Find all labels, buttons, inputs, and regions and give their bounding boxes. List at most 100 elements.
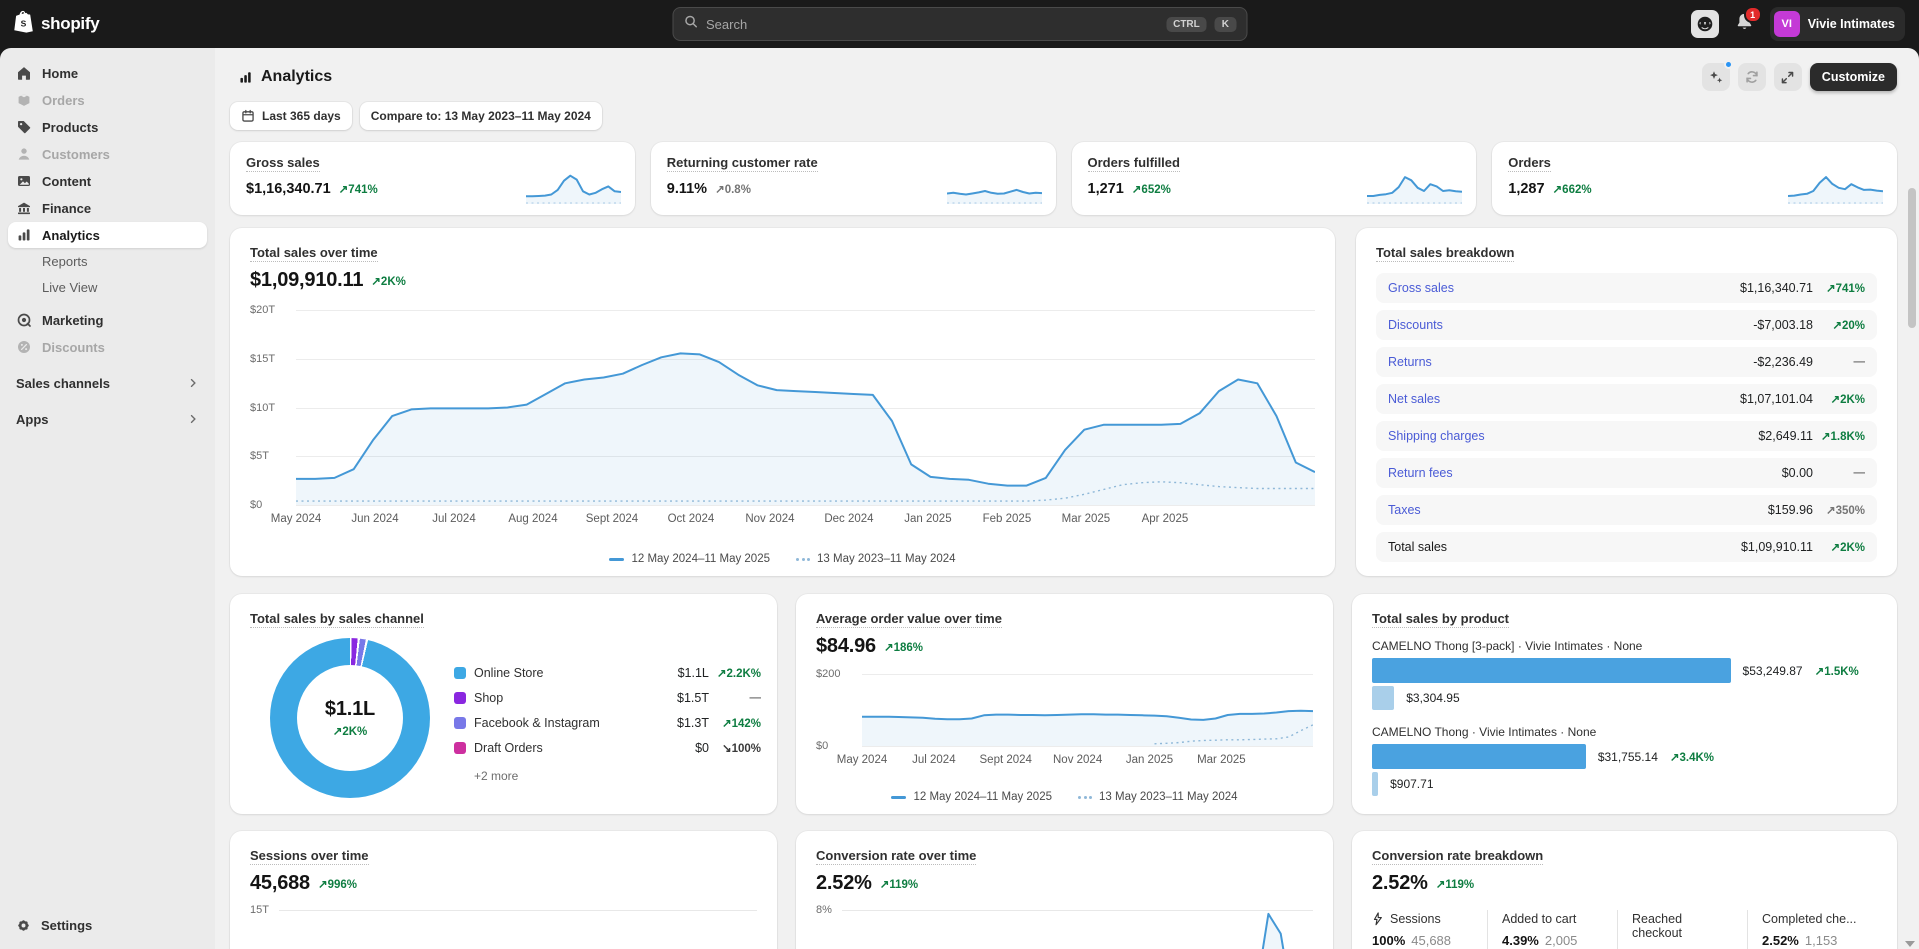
date-range-filter[interactable]: Last 365 days	[230, 102, 352, 130]
refresh-button[interactable]	[1737, 63, 1766, 91]
refresh-icon	[1746, 71, 1758, 83]
sidebar-section-sales-channels[interactable]: Sales channels	[8, 369, 207, 397]
aov-value: $84.96	[816, 635, 876, 657]
product-bar-compare[interactable]	[1372, 772, 1379, 796]
breakdown-row[interactable]: Gross sales $1,16,340.71 ↗741%	[1376, 273, 1877, 303]
product-label: CAMELNO Thong · Vivie Intimates · None	[1372, 725, 1597, 739]
sidebar-item-analytics[interactable]: Analytics	[8, 222, 207, 248]
metric-title[interactable]: Returning customer rate	[666, 155, 818, 172]
breakdown-row[interactable]: Net sales $1,07,101.04 ↗2K%	[1376, 384, 1877, 414]
legend-dotted-swatch	[796, 557, 810, 561]
breakdown-row[interactable]: Shipping charges $2,649.11 ↗1.8K%	[1376, 421, 1877, 451]
metric-title[interactable]: Gross sales	[246, 155, 320, 172]
aov-delta: ↗186%	[883, 641, 924, 654]
main-content: Analytics Customize Last 365 days Compar…	[215, 48, 1919, 949]
kbd-k: K	[1214, 16, 1236, 32]
sidebar-item-reports[interactable]: Reports	[8, 249, 207, 274]
search-input[interactable]: Search CTRL K	[672, 7, 1247, 41]
breakdown-link[interactable]: Shipping charges	[1388, 429, 1485, 443]
metric-card-gross-sales[interactable]: Gross sales $1,16,340.71 ↗741%	[230, 142, 635, 215]
panel-title[interactable]: Total sales by product	[1372, 611, 1510, 628]
y-axis-label: $20T	[250, 304, 276, 316]
marketing-icon	[17, 313, 31, 327]
fullscreen-button[interactable]	[1773, 63, 1802, 91]
sidebar-item-orders[interactable]: Orders	[8, 87, 207, 113]
breakdown-row[interactable]: Discounts -$7,003.18 ↗20%	[1376, 310, 1877, 340]
metric-card-orders-fulfilled[interactable]: Orders fulfilled 1,271 ↗652%	[1071, 142, 1477, 215]
breakdown-link[interactable]: Returns	[1388, 355, 1432, 369]
panel-title[interactable]: Total sales over time	[250, 245, 378, 262]
x-axis-label: May 2024	[836, 754, 888, 766]
breakdown-link[interactable]: Return fees	[1388, 466, 1453, 480]
sidebar-item-discounts[interactable]: Discounts	[8, 334, 207, 360]
breakdown-row[interactable]: Returns -$2,236.49—	[1376, 347, 1877, 377]
breakdown-row[interactable]: Taxes $159.96 ↗350%	[1376, 495, 1877, 525]
vertical-scrollbar[interactable]	[1908, 188, 1916, 328]
shopify-logo[interactable]: S shopify	[14, 10, 100, 38]
channel-legend-item[interactable]: Online Store $1.1L ↗2.2K%	[454, 660, 761, 685]
sidebar-item-marketing[interactable]: Marketing	[8, 307, 207, 333]
product-label: CAMELNO Thong [3-pack] · Vivie Intimates…	[1372, 639, 1643, 653]
legend-solid-swatch	[609, 557, 625, 561]
metric-title[interactable]: Orders fulfilled	[1087, 155, 1180, 172]
x-axis-labels: May 2024 Jul 2024 Sept 2024 Nov 2024 Jan 202…	[837, 754, 1313, 769]
metric-value: 9.11%	[666, 181, 708, 197]
breakdown-row[interactable]: Return fees $0.00—	[1376, 458, 1877, 488]
sidebar-item-customers[interactable]: Customers	[8, 141, 207, 167]
channel-more-link[interactable]: +2 more	[454, 769, 761, 783]
channel-legend-item[interactable]: Facebook & Instagram $1.3T ↗142%	[454, 710, 761, 735]
product-bar-current[interactable]	[1372, 744, 1586, 769]
funnel-step-completed-checkout[interactable]: Completed che... 2.52% 1,153	[1747, 910, 1877, 949]
panel-title[interactable]: Sessions over time	[250, 848, 369, 865]
total-sales-over-time-panel: Total sales over time $1,09,910.11 ↗2K% …	[230, 228, 1335, 576]
sidebar-item-content[interactable]: Content	[8, 168, 207, 194]
sidebar-item-live-view[interactable]: Live View	[8, 275, 207, 300]
x-axis-label: May 2024	[270, 513, 322, 525]
funnel-step-sessions[interactable]: Sessions 100% 45,688	[1372, 910, 1487, 949]
x-axis-label: Feb 2025	[982, 513, 1032, 525]
sidebar-item-finance[interactable]: Finance	[8, 195, 207, 221]
panel-title[interactable]: Conversion rate over time	[816, 848, 977, 865]
compare-filter[interactable]: Compare to: 13 May 2023–11 May 2024	[359, 102, 602, 130]
panel-title[interactable]: Total sales breakdown	[1376, 245, 1515, 262]
metric-card-orders[interactable]: Orders 1,287 ↗662%	[1492, 142, 1897, 215]
channel-legend-item[interactable]: Draft Orders $0 ↘100%	[454, 735, 761, 760]
conversion-breakdown-panel: Conversion rate breakdown 2.52% ↗119% Se…	[1352, 831, 1897, 949]
x-axis-label: Mar 2025	[1061, 513, 1111, 525]
topbar: S shopify Search CTRL K 1 VI Vivie Intim…	[0, 0, 1919, 48]
breakdown-link[interactable]: Net sales	[1388, 392, 1440, 406]
chevron-right-icon	[190, 414, 196, 424]
account-menu[interactable]: VI Vivie Intimates	[1769, 7, 1905, 41]
person-icon	[18, 148, 30, 160]
product-bar-current[interactable]	[1372, 658, 1731, 683]
scrollbar-down-arrow[interactable]	[1905, 941, 1915, 947]
panel-title[interactable]: Total sales by sales channel	[250, 611, 424, 628]
breakdown-link[interactable]: Taxes	[1388, 503, 1421, 517]
sidebar-item-home[interactable]: Home	[8, 60, 207, 86]
funnel-step-reached-checkout[interactable]: Reached checkout 3.49%1,595	[1617, 910, 1747, 949]
panel-title[interactable]: Conversion rate breakdown	[1372, 848, 1544, 865]
x-axis-label: Jun 2024	[351, 513, 399, 525]
y-axis-label: $0	[816, 740, 829, 752]
magic-insights-button[interactable]	[1701, 60, 1733, 91]
metric-value: $1,16,340.71	[246, 181, 331, 197]
x-axis-label: Apr 2025	[1141, 513, 1189, 525]
sidebar-item-products[interactable]: Products	[8, 114, 207, 140]
sidebar-item-settings[interactable]: Settings	[8, 912, 207, 938]
breakdown-link[interactable]: Gross sales	[1388, 281, 1454, 295]
product-bar-compare[interactable]	[1372, 686, 1395, 710]
persona-icon[interactable]	[1690, 10, 1719, 38]
sidebar-section-apps[interactable]: Apps	[8, 405, 207, 433]
customize-button[interactable]: Customize	[1809, 63, 1897, 91]
breakdown-link[interactable]: Discounts	[1388, 318, 1443, 332]
breakdown-row-total[interactable]: Total sales $1,09,910.11 ↗2K%	[1376, 532, 1877, 562]
metric-card-returning-rate[interactable]: Returning customer rate 9.11% ↗0.8%	[650, 142, 1056, 215]
analytics-title-icon	[240, 71, 251, 83]
channel-legend-item[interactable]: Shop $1.5T —	[454, 685, 761, 710]
notifications-button[interactable]: 1	[1735, 6, 1762, 36]
sparkline-chart	[1367, 176, 1463, 204]
panel-title[interactable]: Average order value over time	[816, 611, 1002, 628]
funnel-step-added-to-cart[interactable]: Added to cart 4.39% 2,005	[1487, 910, 1617, 949]
metric-title[interactable]: Orders	[1508, 155, 1551, 172]
x-axis-label: Oct 2024	[667, 513, 715, 525]
